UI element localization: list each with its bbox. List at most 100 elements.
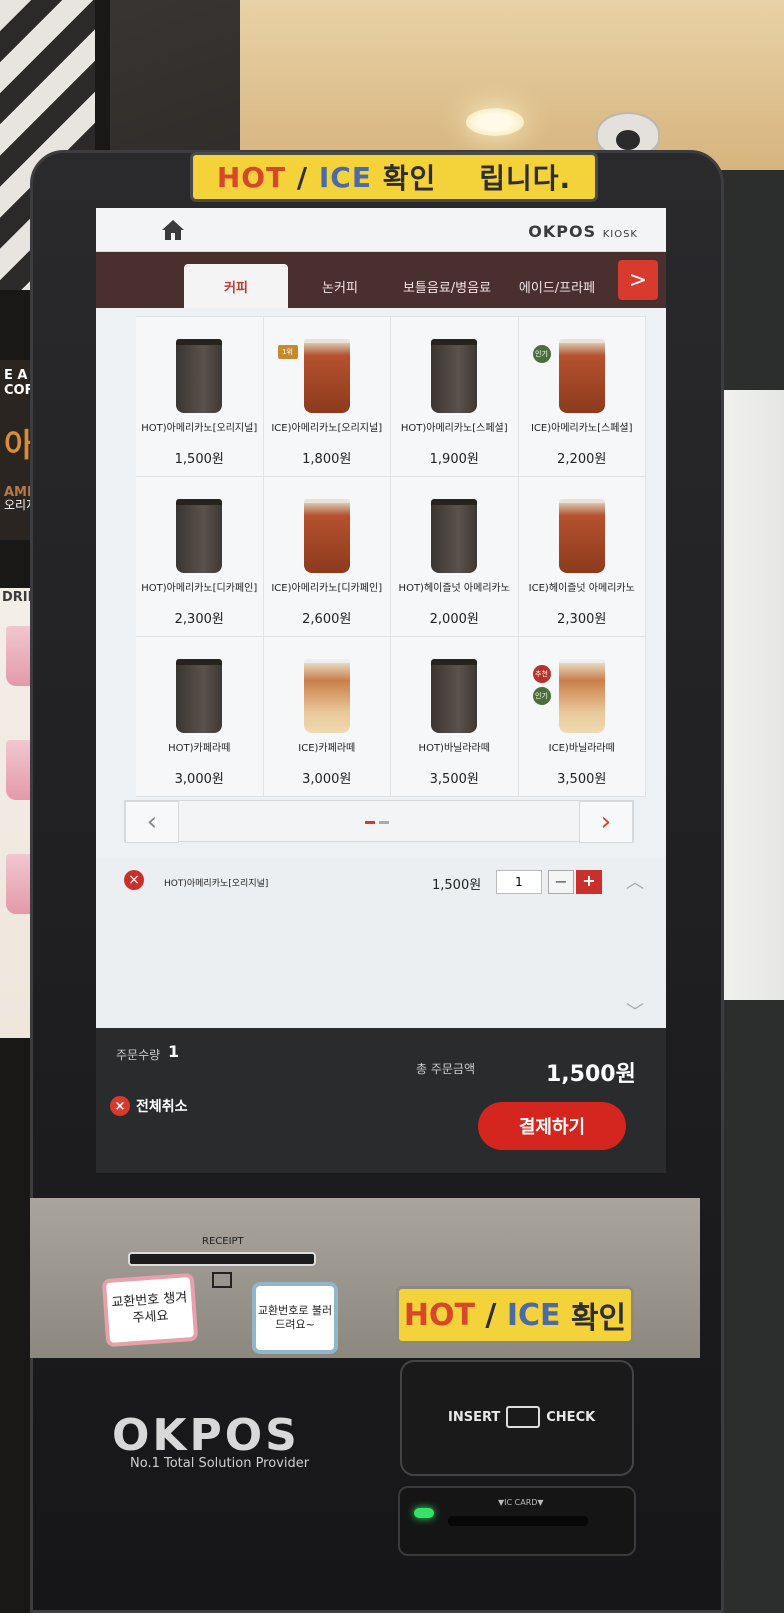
menu-item[interactable]: ICE)아메리카노[디카페인] 2,600원 [263,477,391,637]
menu-item-name: ICE)아메리카노[스페셜] [530,423,633,434]
brand-logo: OKPOS KIOSK [528,222,638,241]
tab-next-button[interactable]: > [618,260,658,300]
chevron-up-icon[interactable]: ︿ [626,868,644,894]
kiosk-screen: OKPOS KIOSK 커피 논커피 보틀음료/병음료 에이드/프라페 > HO… [96,208,666,1173]
receipt-slot [128,1252,316,1266]
menu-item-name: HOT)아메리카노[스페셜] [400,423,508,434]
total-amount-value: 1,500원 [546,1062,636,1087]
drink-image [558,659,605,733]
menu-item-price: 3,500원 [429,772,479,787]
sticker-check: 확인 [382,162,437,195]
sticker-ice: ICE [506,1297,561,1333]
receipt-icon [212,1272,232,1288]
drink-image [431,659,478,733]
card-insert-label: INSERT CHECK [448,1406,595,1428]
pay-button[interactable]: 결제하기 [478,1102,626,1150]
close-icon: × [110,1096,130,1116]
ceiling [240,0,784,170]
menu-item-price: 2,000원 [429,612,479,627]
menu-item-badge: 1위 [277,345,298,359]
menu-item-price: 1,900원 [429,452,479,467]
sticker-hot: HOT [216,160,287,194]
menu-item-badge: 인기 [532,345,551,363]
sticker-trail: 립니다. [479,162,572,195]
menu-item[interactable]: 추천 인기 ICE)바닐라라떼 3,500원 [518,637,646,797]
menu-item-badge: 추천 [532,665,551,683]
tab-bottle-drinks[interactable]: 보틀음료/병음료 [392,264,502,308]
menu-item-price: 2,600원 [302,612,352,627]
menu-item[interactable]: HOT)아메리카노[스페셜] 1,900원 [391,317,519,477]
menu-item-price: 2,300원 [174,612,224,627]
menu-item-price: 1,500원 [174,452,224,467]
okpos-logo: OKPOS [112,1410,300,1461]
menu-item[interactable]: ICE)카페라떼 3,000원 [263,637,391,797]
receipt-label: RECEIPT [202,1236,244,1247]
cancel-all-button[interactable]: × 전체취소 [110,1096,188,1116]
insert-text: INSERT [448,1409,501,1425]
status-led [414,1508,434,1518]
sticker-slash: / [296,160,309,194]
drink-image [303,659,350,733]
menu-item-price: 3,000원 [174,772,224,787]
brand-sub: KIOSK [602,229,638,240]
menu-item[interactable]: HOT)카페라떼 3,000원 [136,637,264,797]
menu-item[interactable]: ICE)헤이즐넛 아메리카노 2,300원 [518,477,646,637]
menu-item-name: HOT)헤이즐넛 아메리카노 [398,583,510,594]
menu-item[interactable]: HOT)아메리카노[디카페인] 2,300원 [136,477,264,637]
menu-item[interactable]: 인기 ICE)아메리카노[스페셜] 2,200원 [518,317,646,477]
menu-item-name: ICE)카페라떼 [298,743,356,754]
tab-ade-frappe[interactable]: 에이드/프라페 [502,264,612,308]
drink-image [558,499,605,573]
menu-item[interactable]: HOT)아메리카노[오리지널] 1,500원 [136,317,264,477]
screen-header: OKPOS KIOSK [96,208,666,252]
drink-image [431,499,478,573]
cart-item-price: 1,500원 [432,878,482,893]
cart-panel: × HOT)아메리카노[오리지널] 1,500원 1 − + ︿ ﹀ [96,858,666,1028]
credit-card-icon [506,1406,541,1428]
home-icon[interactable] [160,218,186,242]
menu-item-name: ICE)바닐라라떼 [548,743,615,754]
brand-name: OKPOS [528,222,597,241]
menu-item-name: ICE)아메리카노[디카페인] [271,583,383,594]
hot-ice-sticker-top: HOT / ICE 확인 립니다. [190,152,598,202]
quantity-field[interactable]: 1 [496,870,542,894]
total-amount-label: 총 주문금액 [416,1062,476,1076]
drink-image [303,499,350,573]
page-dot [379,821,389,824]
decrease-quantity-button[interactable]: − [548,870,574,894]
drink-image [176,339,223,413]
tab-non-coffee[interactable]: 논커피 [288,264,392,308]
sticker-ice: ICE [318,160,372,194]
menu-item-price: 3,000원 [302,772,352,787]
menu-item-name: HOT)바닐라라떼 [418,743,490,754]
drink-image [176,499,223,573]
menu-item-name: HOT)카페라떼 [168,743,231,754]
sticker-check: 확인 [570,1301,627,1336]
menu-item-name: ICE)아메리카노[오리지널] [271,423,383,434]
cart-item-name: HOT)아메리카노[오리지널] [164,879,269,889]
drink-image [431,339,478,413]
page-dot-active [365,821,375,824]
chevron-down-icon[interactable]: ﹀ [626,998,644,1024]
order-quantity-label: 주문수량 [116,1048,161,1062]
menu-item-price: 3,500원 [557,772,607,787]
handwritten-note-exchange-number: 교환번호 챙겨주세요 [101,1272,199,1348]
next-page-button[interactable]: › [579,801,633,843]
menu-item[interactable]: HOT)바닐라라떼 3,500원 [391,637,519,797]
prev-page-button[interactable]: ‹ [125,801,179,843]
category-tabs: 커피 논커피 보틀음료/병음료 에이드/프라페 > [96,252,666,308]
sticker-hot: HOT [403,1297,475,1333]
tab-coffee[interactable]: 커피 [184,264,288,308]
menu-grid: HOT)아메리카노[오리지널] 1,500원 1위 ICE)아메리카노[오리지널] 1,… [136,316,646,797]
increase-quantity-button[interactable]: + [576,870,602,894]
menu-item-price: 2,200원 [557,452,607,467]
order-quantity-value: 1 [168,1042,180,1061]
menu-item[interactable]: HOT)헤이즐넛 아메리카노 2,000원 [391,477,519,637]
drink-image [176,659,223,733]
remove-item-button[interactable]: × [124,870,144,890]
hot-ice-sticker-bottom: HOT / ICE 확인 [396,1286,634,1344]
menu-item[interactable]: 1위 ICE)아메리카노[오리지널] 1,800원 [263,317,391,477]
handwritten-note-call-number: 교환번호로 불러드려요~ [252,1282,338,1354]
menu-item-name: ICE)헤이즐넛 아메리카노 [528,583,635,594]
menu-pager: ‹ › [124,800,634,843]
